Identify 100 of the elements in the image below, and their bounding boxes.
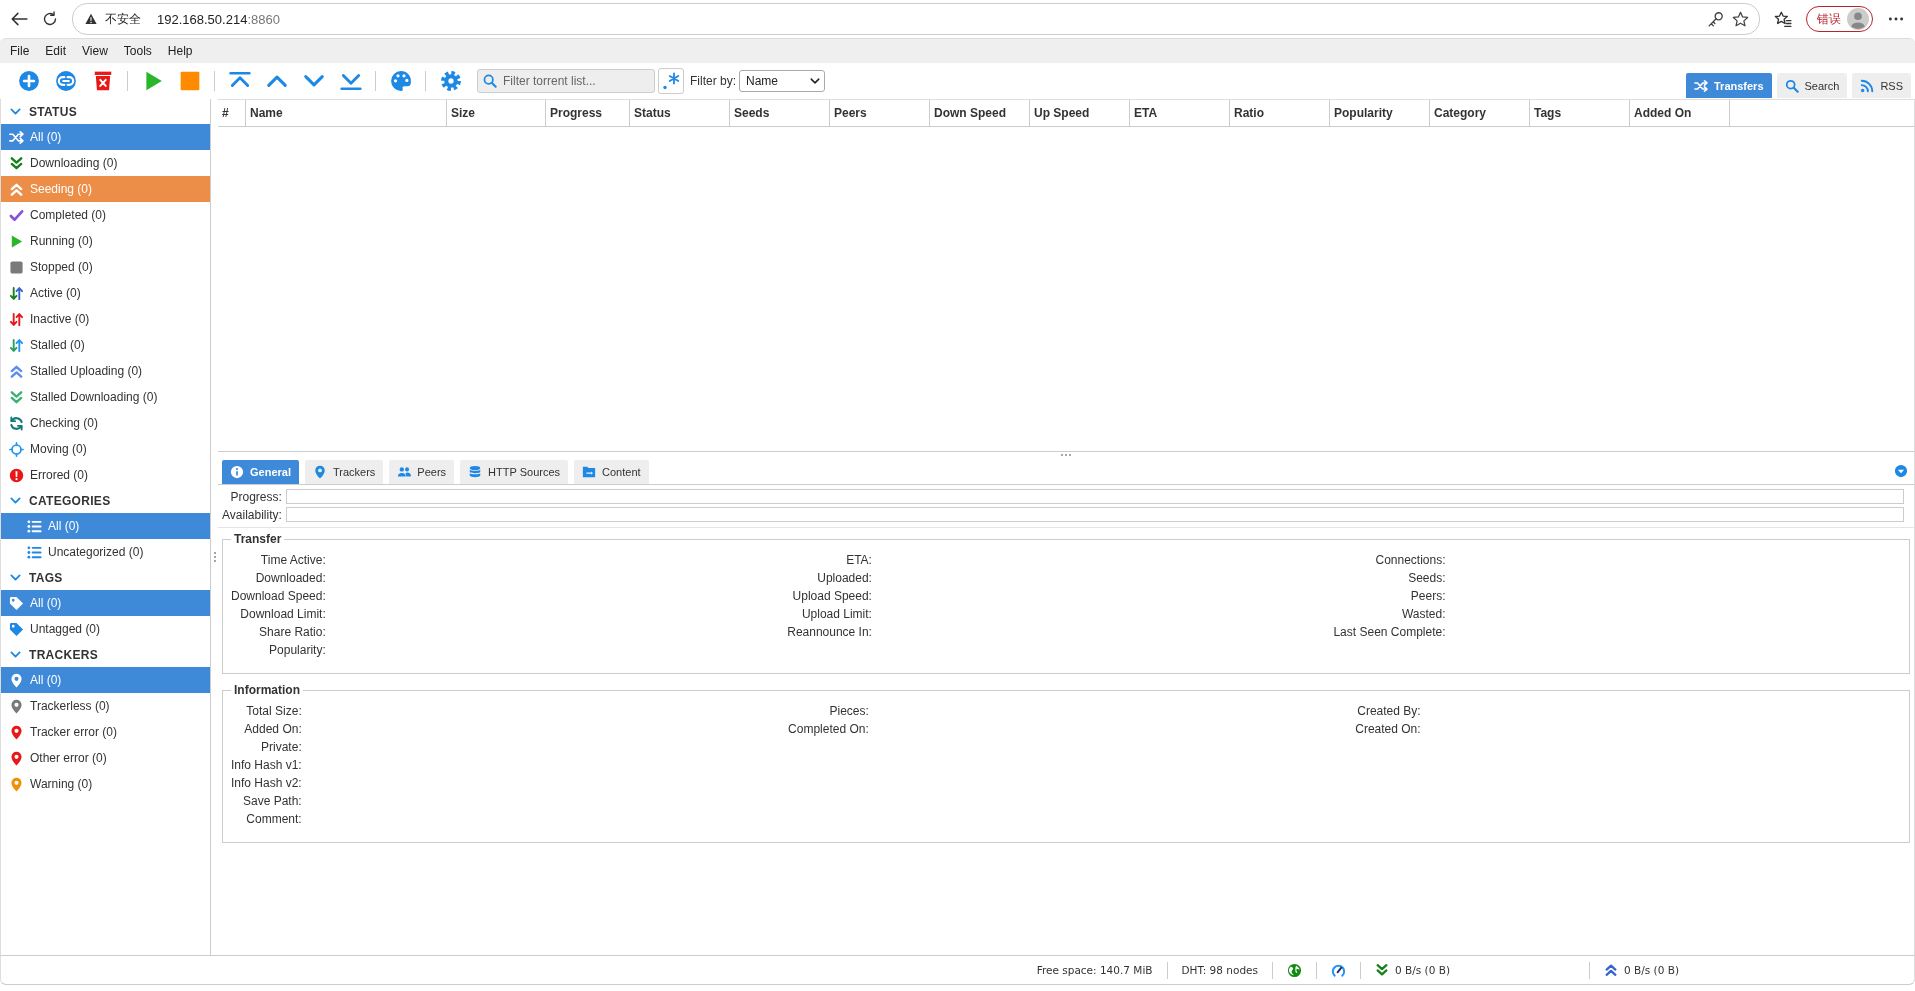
filter-by-select[interactable]: Name bbox=[739, 70, 825, 92]
link-icon[interactable] bbox=[54, 70, 77, 92]
detail-tab[interactable]: Content bbox=[574, 460, 649, 484]
column-header[interactable]: Seeds bbox=[730, 100, 830, 126]
column-header[interactable]: Popularity bbox=[1330, 100, 1430, 126]
tag-icon bbox=[9, 595, 24, 611]
filter-item[interactable]: Errored (0) bbox=[1, 462, 210, 488]
double-chevron-down-icon bbox=[9, 155, 24, 171]
menu-item[interactable]: Help bbox=[159, 41, 201, 61]
key-icon[interactable] bbox=[1707, 10, 1724, 28]
filter-item[interactable]: Other error (0) bbox=[1, 745, 210, 771]
star-icon[interactable] bbox=[1732, 10, 1749, 28]
view-tab[interactable]: Search bbox=[1776, 73, 1848, 98]
field-label: Info Hash v2: bbox=[231, 777, 302, 790]
column-header[interactable]: Ratio bbox=[1230, 100, 1330, 126]
column-header[interactable]: Category bbox=[1430, 100, 1530, 126]
filter-item[interactable]: All (0) bbox=[1, 667, 210, 693]
filter-item[interactable]: Inactive (0) bbox=[1, 306, 210, 332]
filter-item[interactable]: Active (0) bbox=[1, 280, 210, 306]
column-header[interactable]: Name bbox=[246, 100, 447, 126]
chevron-down-icon[interactable] bbox=[10, 106, 21, 117]
collapse-icon[interactable] bbox=[1894, 464, 1908, 478]
field-label: Seeds: bbox=[1407, 572, 1446, 585]
filter-item[interactable]: Tracker error (0) bbox=[1, 719, 210, 745]
filter-item[interactable]: Untagged (0) bbox=[1, 616, 210, 642]
field-label: Uploaded: bbox=[816, 572, 872, 585]
palette-icon[interactable] bbox=[389, 70, 412, 92]
detail-tab[interactable]: Peers bbox=[389, 460, 455, 484]
checkmark-icon bbox=[9, 207, 24, 223]
filter-item[interactable]: All (0) bbox=[1, 590, 210, 616]
column-header[interactable]: Size bbox=[447, 100, 546, 126]
filter-item[interactable]: Moving (0) bbox=[1, 436, 210, 462]
menu-item[interactable]: Edit bbox=[37, 41, 75, 61]
field-label: Popularity: bbox=[268, 644, 326, 657]
stop-icon[interactable] bbox=[178, 70, 201, 92]
splitter-handle-icon[interactable] bbox=[1060, 453, 1072, 457]
filter-item[interactable]: Warning (0) bbox=[1, 771, 210, 797]
chevron-down-icon[interactable] bbox=[10, 572, 21, 583]
settings-icon[interactable] bbox=[439, 70, 462, 92]
field-label: Peers: bbox=[1409, 590, 1446, 603]
filter-item[interactable]: Downloading (0) bbox=[1, 150, 210, 176]
speed-gauge-icon[interactable] bbox=[1331, 962, 1346, 978]
field-label: Wasted: bbox=[1400, 608, 1446, 621]
filter-item[interactable]: Trackerless (0) bbox=[1, 693, 210, 719]
field-label: Reannounce In: bbox=[787, 626, 872, 639]
detail-tab[interactable]: Trackers bbox=[304, 460, 384, 484]
chevron-down-icon[interactable] bbox=[10, 649, 21, 660]
column-header[interactable]: Status bbox=[630, 100, 730, 126]
column-header[interactable]: Up Speed bbox=[1030, 100, 1130, 126]
warning-icon bbox=[85, 13, 97, 25]
filter-item[interactable]: All (0) bbox=[1, 124, 210, 150]
filter-item[interactable]: All (0) bbox=[1, 513, 210, 539]
field-label: Download Speed: bbox=[231, 590, 326, 603]
profile-button[interactable]: 错误 bbox=[1806, 6, 1873, 32]
filter-item[interactable]: Completed (0) bbox=[1, 202, 210, 228]
group-title: Transfer bbox=[233, 532, 283, 546]
detail-tab[interactable]: General bbox=[222, 460, 299, 484]
section-header[interactable]: TAGS bbox=[29, 570, 63, 585]
field-label: Comment: bbox=[245, 813, 302, 826]
filter-item[interactable]: Stalled Downloading (0) bbox=[1, 384, 210, 410]
reload-icon[interactable] bbox=[42, 11, 58, 27]
regex-toggle[interactable] bbox=[658, 68, 684, 94]
security-label: 不安全 bbox=[105, 10, 141, 28]
filter-item[interactable]: Stalled Uploading (0) bbox=[1, 358, 210, 384]
column-header[interactable]: Tags bbox=[1530, 100, 1630, 126]
address-bar[interactable]: 不安全 192.168.50.214:8860 bbox=[72, 3, 1760, 35]
filter-item[interactable]: Stalled (0) bbox=[1, 332, 210, 358]
section-header[interactable]: STATUS bbox=[29, 104, 78, 119]
filter-by-label: Filter by: bbox=[690, 74, 736, 88]
column-header[interactable]: Peers bbox=[830, 100, 930, 126]
filter-field[interactable]: Filter torrent list... bbox=[477, 69, 655, 93]
view-tab[interactable]: RSS bbox=[1852, 73, 1911, 98]
chevron-down-icon[interactable] bbox=[10, 495, 21, 506]
database-icon bbox=[468, 465, 483, 479]
field-label: Info Hash v1: bbox=[231, 759, 302, 772]
column-header[interactable]: # bbox=[218, 100, 246, 126]
back-arrow-icon[interactable] bbox=[10, 10, 28, 28]
filter-item[interactable]: Checking (0) bbox=[1, 410, 210, 436]
column-header[interactable]: Added On bbox=[1630, 100, 1730, 126]
column-header[interactable]: Down Speed bbox=[930, 100, 1030, 126]
section-header[interactable]: TRACKERS bbox=[29, 647, 99, 662]
filter-item[interactable]: Uncategorized (0) bbox=[1, 539, 210, 565]
filter-item[interactable]: Stopped (0) bbox=[1, 254, 210, 280]
detail-tab[interactable]: HTTP Sources bbox=[460, 460, 569, 484]
column-header[interactable]: Progress bbox=[546, 100, 630, 126]
column-header[interactable]: ETA bbox=[1130, 100, 1230, 126]
filter-item[interactable]: Running (0) bbox=[1, 228, 210, 254]
favorites-icon[interactable] bbox=[1774, 10, 1792, 28]
add-icon[interactable] bbox=[17, 70, 40, 92]
menu-item[interactable]: File bbox=[2, 41, 38, 61]
section-header[interactable]: CATEGORIES bbox=[29, 493, 111, 508]
menu-item[interactable]: View bbox=[74, 41, 116, 61]
view-tab[interactable]: Transfers bbox=[1686, 73, 1772, 98]
field-label: Private: bbox=[260, 741, 302, 754]
field-label: Created By: bbox=[1356, 705, 1421, 718]
splitter-handle-icon[interactable] bbox=[212, 551, 217, 563]
field-label: Upload Limit: bbox=[800, 608, 872, 621]
rss-icon bbox=[1860, 78, 1875, 93]
menu-item[interactable]: Tools bbox=[115, 41, 160, 61]
globe-icon[interactable] bbox=[1287, 962, 1302, 978]
